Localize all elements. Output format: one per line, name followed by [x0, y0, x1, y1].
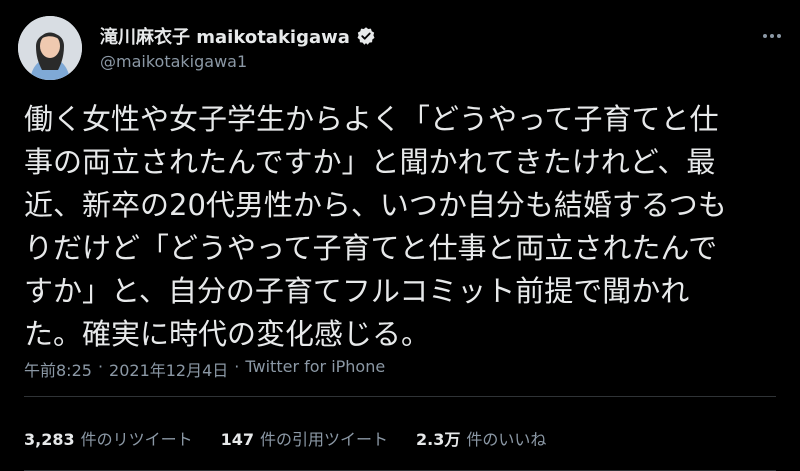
tweet-meta: 午前8:25 · 2021年12月4日 · Twitter for iPhone — [24, 357, 385, 381]
tweet-text: 働く女性や女子学生からよく「どうやって子育てと仕 事の両立されたんですか」と聞か… — [24, 102, 727, 351]
quotes-label: 件の引用ツイート — [260, 430, 389, 449]
quotes-count: 147 — [220, 430, 255, 449]
likes-count: 2.3万 — [416, 430, 461, 449]
retweets-count: 3,283 — [24, 430, 75, 449]
display-name[interactable]: 滝川麻衣子 maikotakigawa — [100, 23, 350, 49]
author-name-row[interactable]: 滝川麻衣子 maikotakigawa — [100, 24, 376, 48]
divider — [24, 396, 776, 397]
engagement-stats: 3,283 件のリツイート 147 件の引用ツイート 2.3万 件のいいね — [24, 426, 574, 450]
avatar[interactable] — [18, 16, 82, 80]
more-options-icon[interactable] — [760, 30, 784, 42]
retweets-label: 件のリツイート — [80, 430, 193, 449]
tweet-card: 滝川麻衣子 maikotakigawa @maikotakigawa1 働く女性… — [0, 0, 800, 471]
tweet-date[interactable]: 2021年12月4日 — [109, 357, 228, 381]
likes-label: 件のいいね — [466, 430, 547, 449]
tweet-time[interactable]: 午前8:25 — [24, 357, 92, 381]
quotes-stat[interactable]: 147 件の引用ツイート — [221, 426, 388, 450]
meta-separator: · — [234, 357, 240, 376]
verified-badge-icon — [357, 27, 375, 45]
meta-separator: · — [97, 357, 104, 376]
tweet-source[interactable]: Twitter for iPhone — [245, 357, 385, 381]
author-handle[interactable]: @maikotakigawa1 — [100, 52, 247, 71]
likes-stat[interactable]: 2.3万 件のいいね — [416, 426, 546, 450]
retweets-stat[interactable]: 3,283 件のリツイート — [24, 426, 193, 450]
avatar-image — [18, 16, 82, 80]
